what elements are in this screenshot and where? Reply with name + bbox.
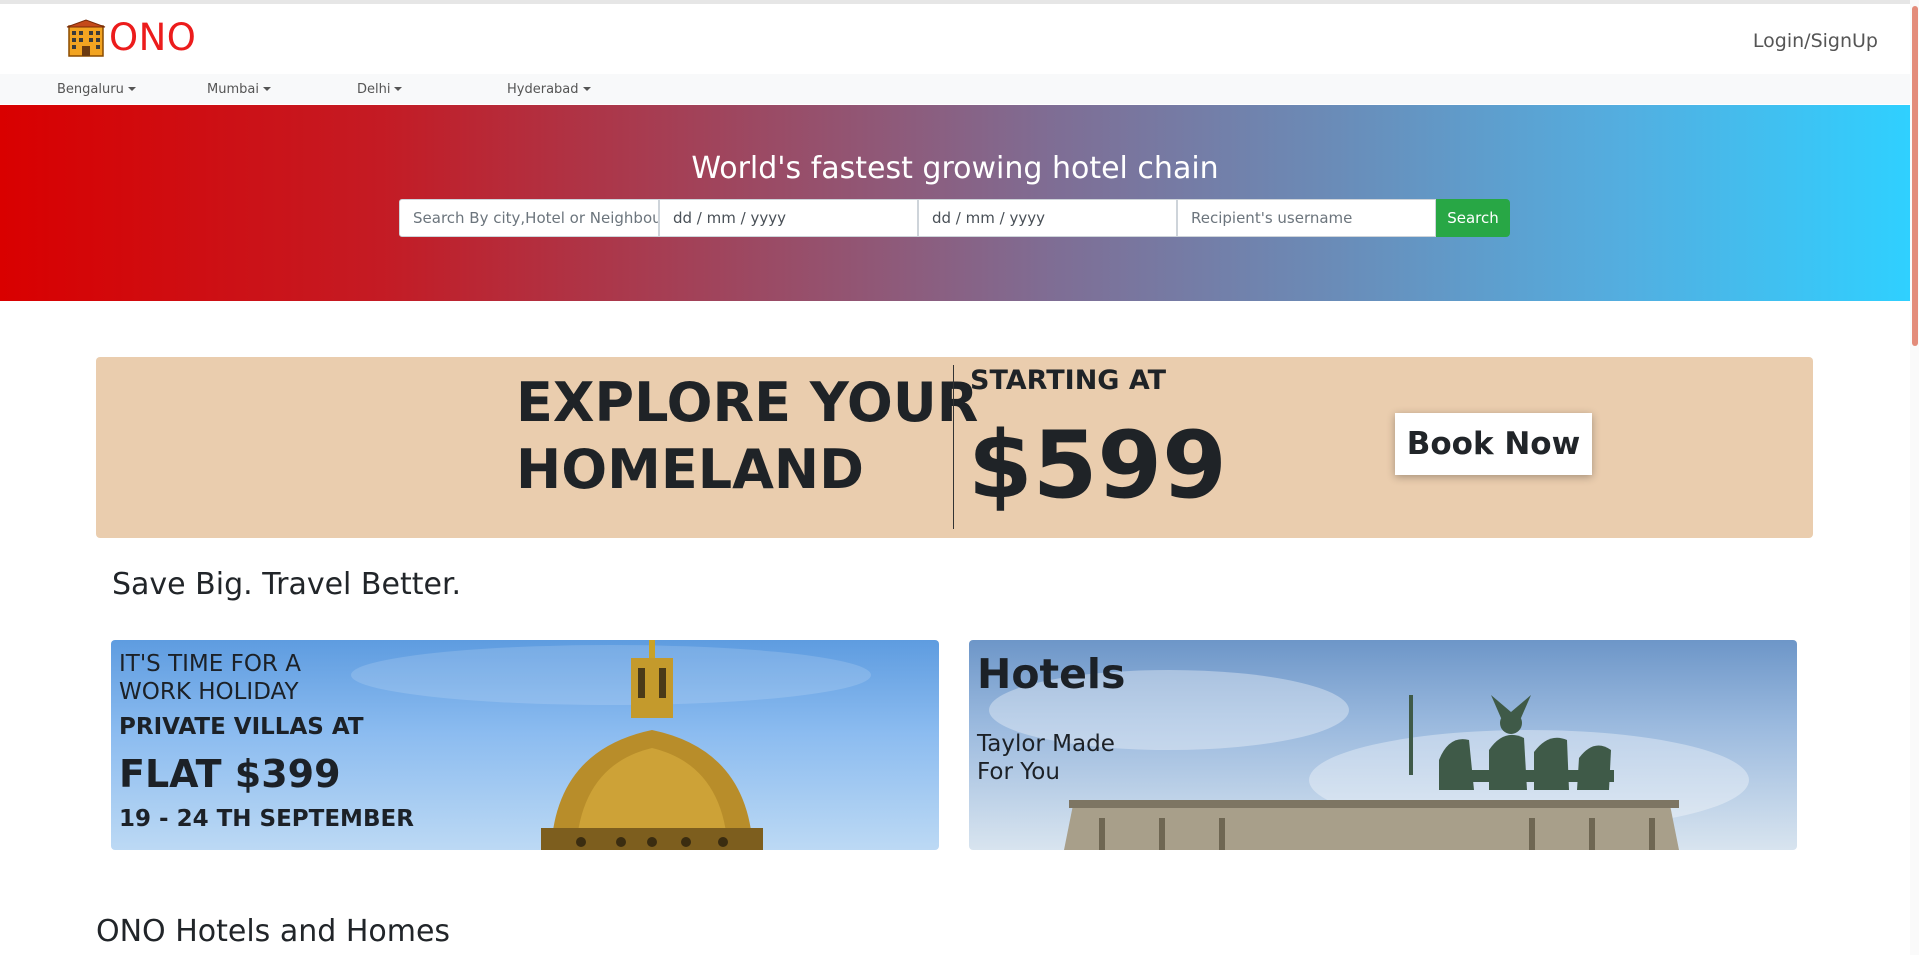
city-nav: Bengaluru Mumbai Delhi Hyderabad <box>0 74 1910 104</box>
city-dropdown-mumbai[interactable]: Mumbai <box>207 82 271 97</box>
promo-divider <box>953 365 954 529</box>
hotels-card[interactable]: Hotels Taylor Made For You <box>969 640 1797 850</box>
city-label: Mumbai <box>207 82 259 97</box>
city-dropdown-bengaluru[interactable]: Bengaluru <box>57 82 136 97</box>
promo-line-2: HOMELAND <box>516 438 864 501</box>
city-dropdown-delhi[interactable]: Delhi <box>357 82 403 97</box>
brand-name: ONO <box>109 16 197 59</box>
brand-logo[interactable]: ONO <box>66 18 196 58</box>
page-scrollbar[interactable] <box>1910 0 1919 955</box>
holiday-line-1: IT'S TIME FOR A <box>119 651 301 677</box>
caret-down-icon <box>394 87 403 91</box>
scrollbar-thumb[interactable] <box>1912 6 1918 346</box>
promo-banner: EXPLORE YOUR HOMELAND STARTING AT $599 B… <box>96 357 1813 538</box>
promo-line-1: EXPLORE YOUR <box>516 371 979 434</box>
login-signup-link[interactable]: Login/SignUp <box>1753 30 1878 52</box>
hotels-title: Hotels <box>977 650 1126 698</box>
city-label: Delhi <box>357 82 391 97</box>
hero-banner: World's fastest growing hotel chain Sear… <box>0 105 1910 301</box>
hotels-homes-heading: ONO Hotels and Homes <box>96 914 451 949</box>
search-button[interactable]: Search <box>1436 199 1510 237</box>
promo-price: $599 <box>968 411 1227 519</box>
caret-down-icon <box>262 87 271 91</box>
promo-headline: EXPLORE YOUR HOMELAND <box>516 369 978 503</box>
checkout-date-input[interactable]: dd / mm / yyyy <box>918 199 1177 237</box>
caret-down-icon <box>582 87 591 91</box>
caret-down-icon <box>127 87 136 91</box>
city-label: Hyderabad <box>507 82 579 97</box>
hotels-tagline: Taylor Made For You <box>977 730 1115 786</box>
holiday-line-2: WORK HOLIDAY <box>119 679 299 705</box>
guest-username-input[interactable]: Recipient's username <box>1177 199 1436 237</box>
hotel-building-icon <box>66 19 106 57</box>
site-header: ONO Login/SignUp <box>0 4 1910 74</box>
holiday-dates: 19 - 24 TH SEPTEMBER <box>119 806 414 832</box>
save-big-heading: Save Big. Travel Better. <box>112 567 462 602</box>
hotels-line-2: For You <box>977 759 1060 785</box>
city-dropdown-hyderabad[interactable]: Hyderabad <box>507 82 591 97</box>
search-bar: Search By city,Hotel or Neighbourhood dd… <box>399 199 1510 237</box>
work-holiday-card[interactable]: IT'S TIME FOR A WORK HOLIDAY PRIVATE VIL… <box>111 640 939 850</box>
promo-starting-label: STARTING AT <box>970 365 1167 396</box>
city-label: Bengaluru <box>57 82 124 97</box>
holiday-line-3: PRIVATE VILLAS AT <box>119 714 364 740</box>
checkin-date-input[interactable]: dd / mm / yyyy <box>659 199 918 237</box>
book-now-button[interactable]: Book Now <box>1395 413 1592 475</box>
hero-title: World's fastest growing hotel chain <box>691 151 1219 186</box>
holiday-price: FLAT $399 <box>119 752 341 796</box>
hotels-line-1: Taylor Made <box>977 731 1115 757</box>
holiday-intro: IT'S TIME FOR A WORK HOLIDAY <box>119 650 301 706</box>
location-search-input[interactable]: Search By city,Hotel or Neighbourhood <box>399 199 659 237</box>
